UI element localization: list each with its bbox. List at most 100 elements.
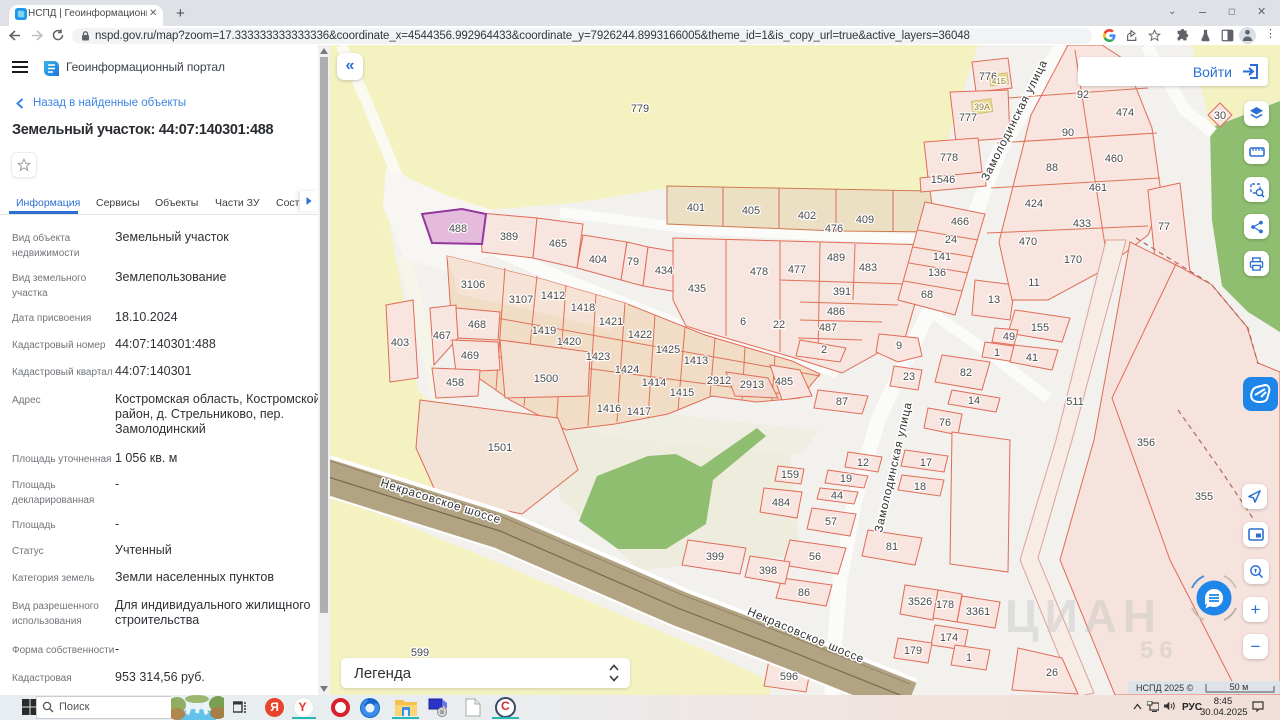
svg-text:487: 487 bbox=[819, 322, 837, 334]
svg-text:50 м: 50 м bbox=[1230, 682, 1249, 692]
svg-text:3526: 3526 bbox=[908, 596, 932, 608]
svg-text:389: 389 bbox=[500, 231, 518, 243]
svg-text:86: 86 bbox=[798, 587, 810, 599]
svg-text:477: 477 bbox=[788, 264, 806, 276]
svg-text:90: 90 bbox=[1062, 127, 1074, 139]
svg-text:2912: 2912 bbox=[707, 375, 731, 387]
svg-text:402: 402 bbox=[798, 210, 816, 222]
svg-text:460: 460 bbox=[1105, 153, 1123, 165]
svg-text:486: 486 bbox=[827, 306, 845, 318]
svg-text:56: 56 bbox=[809, 551, 821, 563]
svg-text:92: 92 bbox=[1077, 89, 1089, 101]
svg-text:476: 476 bbox=[825, 223, 843, 235]
svg-text:2913: 2913 bbox=[740, 379, 764, 391]
svg-text:68: 68 bbox=[921, 289, 933, 301]
svg-text:404: 404 bbox=[589, 254, 607, 266]
svg-text:41: 41 bbox=[1026, 352, 1038, 364]
svg-text:1501: 1501 bbox=[488, 442, 512, 454]
svg-text:22: 22 bbox=[773, 319, 785, 331]
svg-text:30: 30 bbox=[1214, 110, 1226, 122]
svg-text:56: 56 bbox=[1140, 637, 1179, 664]
svg-text:178: 178 bbox=[936, 599, 954, 611]
svg-text:470: 470 bbox=[1019, 236, 1037, 248]
svg-text:1417: 1417 bbox=[627, 406, 651, 418]
svg-text:174: 174 bbox=[940, 632, 958, 644]
svg-text:461: 461 bbox=[1089, 182, 1107, 194]
svg-text:483: 483 bbox=[859, 262, 877, 274]
svg-text:1413: 1413 bbox=[684, 355, 708, 367]
svg-text:ЦИАН: ЦИАН bbox=[1005, 590, 1162, 642]
svg-text:401: 401 bbox=[687, 202, 705, 214]
svg-text:41Б: 41Б bbox=[992, 77, 1006, 86]
svg-text:409: 409 bbox=[856, 214, 874, 226]
svg-text:485: 485 bbox=[775, 376, 793, 388]
svg-text:489: 489 bbox=[827, 252, 845, 264]
svg-text:391: 391 bbox=[833, 286, 851, 298]
svg-text:777: 777 bbox=[959, 112, 977, 124]
svg-text:355: 355 bbox=[1195, 491, 1213, 503]
svg-text:24: 24 bbox=[945, 234, 957, 246]
svg-text:79: 79 bbox=[627, 256, 639, 268]
svg-text:467: 467 bbox=[433, 330, 451, 342]
svg-text:465: 465 bbox=[549, 238, 567, 250]
svg-text:39А: 39А bbox=[974, 102, 990, 112]
svg-text:1421: 1421 bbox=[599, 316, 623, 328]
svg-text:3361: 3361 bbox=[966, 606, 990, 618]
svg-text:356: 356 bbox=[1137, 437, 1155, 449]
svg-text:1418: 1418 bbox=[571, 302, 595, 314]
svg-text:13: 13 bbox=[988, 294, 1000, 306]
svg-text:1: 1 bbox=[994, 347, 1000, 359]
svg-text:179: 179 bbox=[904, 645, 922, 657]
svg-text:511: 511 bbox=[1066, 396, 1084, 408]
svg-text:424: 424 bbox=[1025, 198, 1043, 210]
svg-text:1420: 1420 bbox=[557, 336, 581, 348]
svg-text:1546: 1546 bbox=[931, 174, 955, 186]
svg-text:17: 17 bbox=[920, 457, 932, 469]
svg-text:468: 468 bbox=[468, 319, 486, 331]
svg-text:49: 49 bbox=[1003, 331, 1015, 343]
svg-text:1423: 1423 bbox=[586, 351, 610, 363]
svg-text:469: 469 bbox=[461, 350, 479, 362]
svg-text:1424: 1424 bbox=[615, 364, 639, 376]
svg-text:57: 57 bbox=[825, 516, 837, 528]
svg-text:398: 398 bbox=[759, 565, 777, 577]
svg-text:11: 11 bbox=[1028, 277, 1039, 289]
svg-text:435: 435 bbox=[688, 283, 706, 295]
svg-text:136: 136 bbox=[928, 267, 946, 279]
svg-text:433: 433 bbox=[1073, 218, 1091, 230]
svg-text:6: 6 bbox=[740, 316, 746, 328]
svg-text:399: 399 bbox=[706, 551, 724, 563]
svg-text:12: 12 bbox=[857, 457, 869, 469]
svg-text:23: 23 bbox=[903, 371, 915, 383]
svg-text:1422: 1422 bbox=[628, 329, 652, 341]
svg-text:9: 9 bbox=[896, 340, 902, 352]
svg-text:141: 141 bbox=[933, 251, 951, 263]
svg-text:81: 81 bbox=[886, 541, 898, 553]
svg-text:1415: 1415 bbox=[670, 387, 694, 399]
svg-text:484: 484 bbox=[772, 497, 790, 509]
svg-text:26: 26 bbox=[1046, 667, 1058, 679]
svg-text:1425: 1425 bbox=[656, 344, 680, 356]
svg-text:1419: 1419 bbox=[532, 325, 556, 337]
svg-text:87: 87 bbox=[836, 396, 848, 408]
svg-text:1412: 1412 bbox=[541, 290, 565, 302]
svg-text:3107: 3107 bbox=[509, 294, 533, 306]
svg-text:1: 1 bbox=[966, 652, 972, 664]
svg-text:488: 488 bbox=[449, 223, 467, 235]
svg-text:779: 779 bbox=[631, 103, 649, 115]
svg-text:1500: 1500 bbox=[534, 373, 558, 385]
svg-text:19: 19 bbox=[840, 473, 852, 485]
svg-text:170: 170 bbox=[1064, 254, 1082, 266]
svg-text:434: 434 bbox=[655, 265, 673, 277]
svg-text:474: 474 bbox=[1116, 107, 1134, 119]
svg-text:466: 466 bbox=[951, 216, 969, 228]
svg-text:403: 403 bbox=[391, 337, 409, 349]
svg-text:14: 14 bbox=[968, 395, 980, 407]
svg-text:44: 44 bbox=[831, 490, 843, 502]
svg-text:82: 82 bbox=[960, 367, 972, 379]
svg-text:76: 76 bbox=[939, 417, 951, 429]
svg-text:3106: 3106 bbox=[461, 279, 485, 291]
svg-text:155: 155 bbox=[1031, 322, 1049, 334]
svg-text:478: 478 bbox=[750, 266, 768, 278]
svg-text:2: 2 bbox=[821, 344, 827, 356]
